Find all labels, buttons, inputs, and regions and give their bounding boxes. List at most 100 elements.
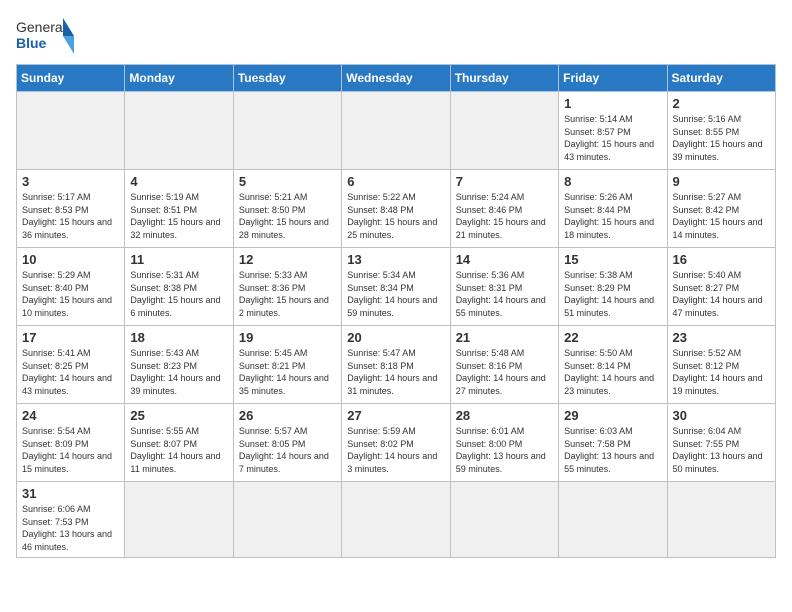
calendar-cell: 2 Sunrise: 5:16 AM Sunset: 8:55 PM Daylig… [667,92,775,170]
weekday-header-tuesday: Tuesday [233,65,341,92]
day-info: Sunrise: 5:16 AM Sunset: 8:55 PM Dayligh… [673,113,770,163]
day-info: Sunrise: 5:24 AM Sunset: 8:46 PM Dayligh… [456,191,553,241]
weekday-header-friday: Friday [559,65,667,92]
calendar-cell: 18Sunrise: 5:43 AM Sunset: 8:23 PM Dayli… [125,326,233,404]
calendar-cell [667,482,775,558]
calendar-cell: 21 Sunrise: 5:48 AM Sunset: 8:16 PM Dayli… [450,326,558,404]
day-number: 2 [673,96,770,111]
week-row-3: 10Sunrise: 5:29 AM Sunset: 8:40 PM Dayli… [17,248,776,326]
day-number: 25 [130,408,227,423]
day-info: Sunrise: 5:21 AM Sunset: 8:50 PM Dayligh… [239,191,336,241]
weekday-header-monday: Monday [125,65,233,92]
day-number: 9 [673,174,770,189]
calendar-cell: 29 Sunrise: 6:03 AM Sunset: 7:58 PM Dayli… [559,404,667,482]
calendar-cell: 3Sunrise: 5:17 AM Sunset: 8:53 PM Daylig… [17,170,125,248]
day-info: Sunrise: 5:47 AM Sunset: 8:18 PM Dayligh… [347,347,444,397]
calendar-cell [125,482,233,558]
week-row-2: 3Sunrise: 5:17 AM Sunset: 8:53 PM Daylig… [17,170,776,248]
day-number: 5 [239,174,336,189]
calendar-cell [450,482,558,558]
day-number: 18 [130,330,227,345]
calendar-cell [17,92,125,170]
day-number: 16 [673,252,770,267]
day-info: Sunrise: 5:40 AM Sunset: 8:27 PM Dayligh… [673,269,770,319]
calendar-cell: 12Sunrise: 5:33 AM Sunset: 8:36 PM Dayli… [233,248,341,326]
day-info: Sunrise: 5:55 AM Sunset: 8:07 PM Dayligh… [130,425,227,475]
day-info: Sunrise: 6:01 AM Sunset: 8:00 PM Dayligh… [456,425,553,475]
page-header: GeneralBlue [16,16,776,56]
day-info: Sunrise: 5:57 AM Sunset: 8:05 PM Dayligh… [239,425,336,475]
day-info: Sunrise: 5:34 AM Sunset: 8:34 PM Dayligh… [347,269,444,319]
day-number: 8 [564,174,661,189]
day-info: Sunrise: 5:38 AM Sunset: 8:29 PM Dayligh… [564,269,661,319]
week-row-6: 31Sunrise: 6:06 AM Sunset: 7:53 PM Dayli… [17,482,776,558]
day-info: Sunrise: 5:54 AM Sunset: 8:09 PM Dayligh… [22,425,119,475]
calendar-cell [559,482,667,558]
calendar-cell: 30 Sunrise: 6:04 AM Sunset: 7:55 PM Dayli… [667,404,775,482]
day-info: Sunrise: 5:14 AM Sunset: 8:57 PM Dayligh… [564,113,661,163]
weekday-header-row: SundayMondayTuesdayWednesdayThursdayFrid… [17,65,776,92]
day-number: 30 [673,408,770,423]
day-info: Sunrise: 5:22 AM Sunset: 8:48 PM Dayligh… [347,191,444,241]
day-info: Sunrise: 5:41 AM Sunset: 8:25 PM Dayligh… [22,347,119,397]
calendar-cell: 23 Sunrise: 5:52 AM Sunset: 8:12 PM Dayli… [667,326,775,404]
day-info: Sunrise: 5:31 AM Sunset: 8:38 PM Dayligh… [130,269,227,319]
weekday-header-sunday: Sunday [17,65,125,92]
calendar-cell: 20 Sunrise: 5:47 AM Sunset: 8:18 PM Dayli… [342,326,450,404]
calendar-table: SundayMondayTuesdayWednesdayThursdayFrid… [16,64,776,558]
day-info: Sunrise: 6:03 AM Sunset: 7:58 PM Dayligh… [564,425,661,475]
calendar-cell: 25 Sunrise: 5:55 AM Sunset: 8:07 PM Dayli… [125,404,233,482]
day-info: Sunrise: 5:36 AM Sunset: 8:31 PM Dayligh… [456,269,553,319]
calendar-cell: 8 Sunrise: 5:26 AM Sunset: 8:44 PM Daylig… [559,170,667,248]
day-info: Sunrise: 5:33 AM Sunset: 8:36 PM Dayligh… [239,269,336,319]
day-info: Sunrise: 5:59 AM Sunset: 8:02 PM Dayligh… [347,425,444,475]
calendar-cell: 19 Sunrise: 5:45 AM Sunset: 8:21 PM Dayli… [233,326,341,404]
day-number: 15 [564,252,661,267]
calendar-cell: 10Sunrise: 5:29 AM Sunset: 8:40 PM Dayli… [17,248,125,326]
day-number: 22 [564,330,661,345]
logo-svg: GeneralBlue [16,16,76,56]
calendar-cell: 27 Sunrise: 5:59 AM Sunset: 8:02 PM Dayli… [342,404,450,482]
day-number: 23 [673,330,770,345]
calendar-cell [233,92,341,170]
day-number: 11 [130,252,227,267]
day-info: Sunrise: 6:04 AM Sunset: 7:55 PM Dayligh… [673,425,770,475]
calendar-cell [125,92,233,170]
day-number: 20 [347,330,444,345]
day-info: Sunrise: 5:19 AM Sunset: 8:51 PM Dayligh… [130,191,227,241]
calendar-cell: 4 Sunrise: 5:19 AM Sunset: 8:51 PM Daylig… [125,170,233,248]
day-info: Sunrise: 5:52 AM Sunset: 8:12 PM Dayligh… [673,347,770,397]
week-row-5: 24 Sunrise: 5:54 AM Sunset: 8:09 PM Dayli… [17,404,776,482]
calendar-cell: 5 Sunrise: 5:21 AM Sunset: 8:50 PM Daylig… [233,170,341,248]
day-info: Sunrise: 5:26 AM Sunset: 8:44 PM Dayligh… [564,191,661,241]
day-number: 21 [456,330,553,345]
calendar-cell: 7Sunrise: 5:24 AM Sunset: 8:46 PM Daylig… [450,170,558,248]
day-info: Sunrise: 5:27 AM Sunset: 8:42 PM Dayligh… [673,191,770,241]
logo: GeneralBlue [16,16,76,56]
day-info: Sunrise: 5:50 AM Sunset: 8:14 PM Dayligh… [564,347,661,397]
svg-text:General: General [16,19,66,35]
day-info: Sunrise: 5:45 AM Sunset: 8:21 PM Dayligh… [239,347,336,397]
day-number: 26 [239,408,336,423]
day-number: 27 [347,408,444,423]
day-number: 28 [456,408,553,423]
day-info: Sunrise: 5:48 AM Sunset: 8:16 PM Dayligh… [456,347,553,397]
calendar-cell: 6Sunrise: 5:22 AM Sunset: 8:48 PM Daylig… [342,170,450,248]
weekday-header-wednesday: Wednesday [342,65,450,92]
weekday-header-thursday: Thursday [450,65,558,92]
calendar-cell: 9 Sunrise: 5:27 AM Sunset: 8:42 PM Daylig… [667,170,775,248]
day-number: 29 [564,408,661,423]
calendar-cell [450,92,558,170]
calendar-cell: 16 Sunrise: 5:40 AM Sunset: 8:27 PM Dayli… [667,248,775,326]
calendar-cell [342,482,450,558]
calendar-cell: 14Sunrise: 5:36 AM Sunset: 8:31 PM Dayli… [450,248,558,326]
day-number: 1 [564,96,661,111]
day-number: 24 [22,408,119,423]
day-number: 13 [347,252,444,267]
calendar-cell [233,482,341,558]
day-number: 4 [130,174,227,189]
day-info: Sunrise: 6:06 AM Sunset: 7:53 PM Dayligh… [22,503,119,553]
day-number: 19 [239,330,336,345]
calendar-cell: 22 Sunrise: 5:50 AM Sunset: 8:14 PM Dayli… [559,326,667,404]
calendar-cell: 17Sunrise: 5:41 AM Sunset: 8:25 PM Dayli… [17,326,125,404]
